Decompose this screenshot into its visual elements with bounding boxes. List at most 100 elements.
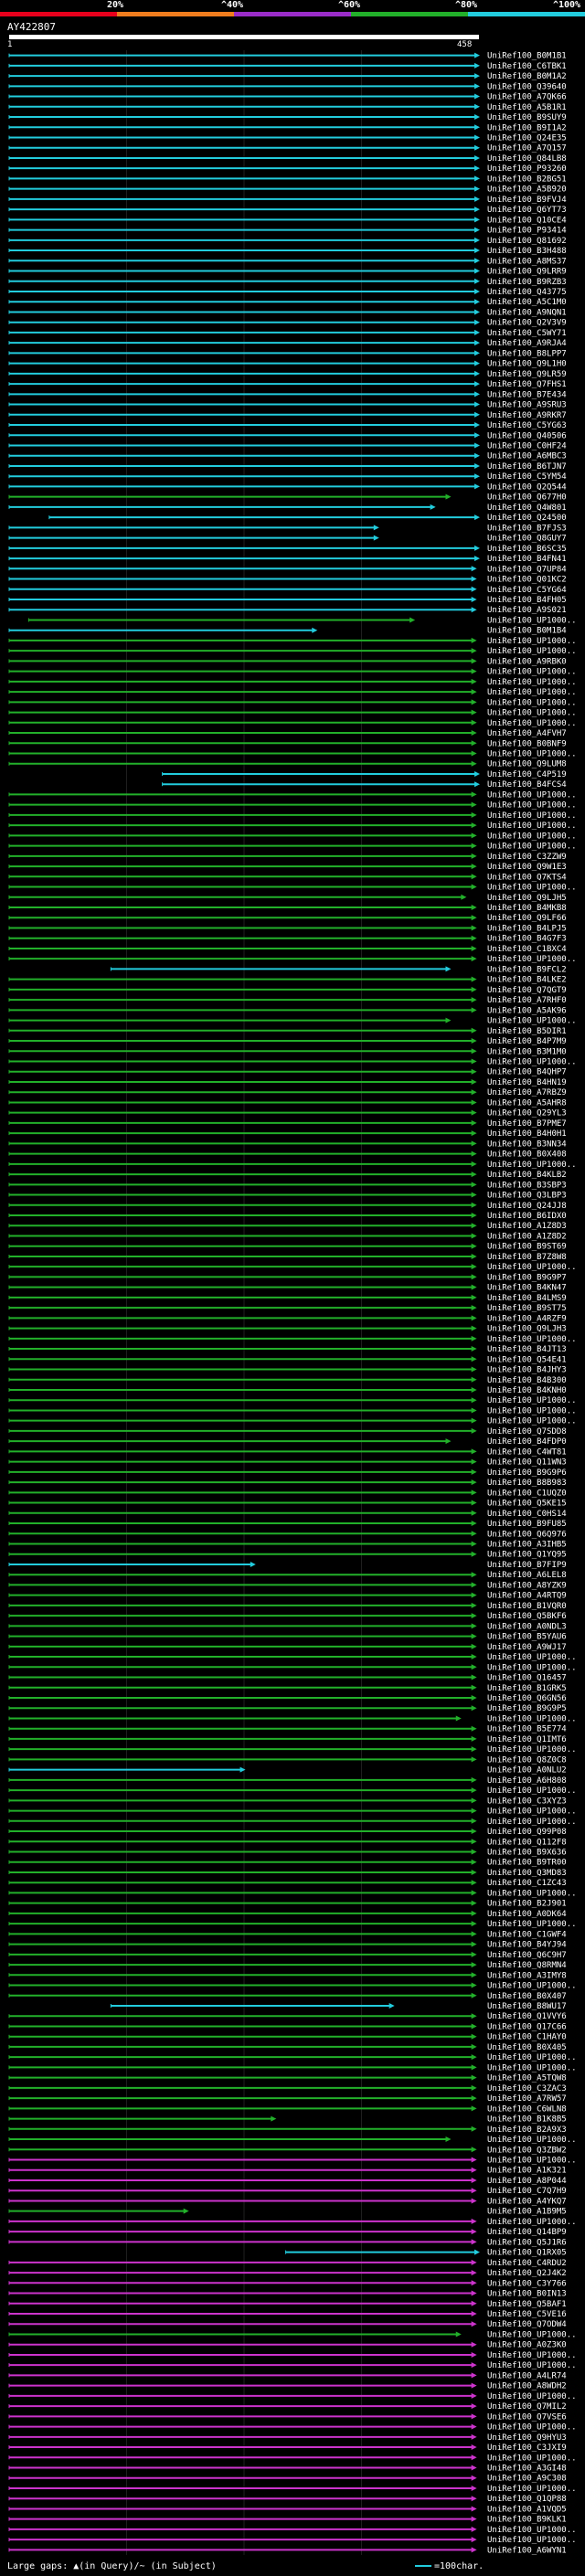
hit-label[interactable]: UniRef100_B9ST69 [487, 1243, 567, 1252]
hit-label[interactable]: UniRef100_Q24JJ8 [487, 1202, 567, 1211]
hit-label[interactable]: UniRef100_C3ZAC3 [487, 2084, 567, 2094]
hit-label[interactable]: UniRef100_C5YG64 [487, 586, 567, 595]
hit-label[interactable]: UniRef100_UP1000.. [487, 811, 577, 821]
hit-label[interactable]: UniRef100_UP1000.. [487, 1161, 577, 1170]
hit-label[interactable]: UniRef100_UP1000.. [487, 1982, 577, 1991]
hit-label[interactable]: UniRef100_Q8Z0C8 [487, 1755, 567, 1765]
hit-label[interactable]: UniRef100_Q7FHS1 [487, 380, 567, 389]
hit-label[interactable]: UniRef100_B2J901 [487, 1900, 567, 1909]
hit-label[interactable]: UniRef100_B1GRK5 [487, 1684, 567, 1693]
hit-label[interactable]: UniRef100_B5DIR1 [487, 1027, 567, 1036]
hit-label[interactable]: UniRef100_A5B1R1 [487, 103, 567, 112]
hit-label[interactable]: UniRef100_UP1000.. [487, 2136, 577, 2145]
hit-label[interactable]: UniRef100_B2BG51 [487, 175, 567, 184]
hit-label[interactable]: UniRef100_UP1000.. [487, 1335, 577, 1344]
hit-label[interactable]: UniRef100_B4FH05 [487, 596, 567, 605]
hit-label[interactable]: UniRef100_C1UQZ0 [487, 1489, 567, 1498]
hit-label[interactable]: UniRef100_B4FDP0 [487, 1437, 567, 1447]
hit-label[interactable]: UniRef100_B7FIP9 [487, 1561, 567, 1570]
hit-label[interactable]: UniRef100_C1BXC4 [487, 945, 567, 954]
hit-label[interactable]: UniRef100_A1Z8D2 [487, 1232, 567, 1241]
hit-label[interactable]: UniRef100_UP1000.. [487, 832, 577, 841]
hit-label[interactable]: UniRef100_Q11WN3 [487, 1458, 567, 1468]
hit-label[interactable]: UniRef100_A0NDL3 [487, 1622, 567, 1631]
hit-label[interactable]: UniRef100_UP1000.. [487, 1417, 577, 1426]
hit-label[interactable]: UniRef100_C3XYZ3 [487, 1797, 567, 1806]
hit-label[interactable]: UniRef100_A5AHR8 [487, 1098, 567, 1108]
hit-label[interactable]: UniRef100_Q01KC2 [487, 576, 567, 585]
hit-label[interactable]: UniRef100_UP1000.. [487, 719, 577, 728]
hit-label[interactable]: UniRef100_UP1000.. [487, 2392, 577, 2401]
hit-label[interactable]: UniRef100_B4H0H1 [487, 1129, 567, 1139]
hit-label[interactable]: UniRef100_Q8RMN4 [487, 1961, 567, 1970]
hit-label[interactable]: UniRef100_UP1000.. [487, 790, 577, 800]
hit-label[interactable]: UniRef100_B1VQR0 [487, 1602, 567, 1611]
hit-label[interactable]: UniRef100_Q7SDD8 [487, 1427, 567, 1436]
hit-label[interactable]: UniRef100_B9FCL2 [487, 965, 567, 974]
hit-label[interactable]: UniRef100_A1K321 [487, 2167, 567, 2176]
hit-label[interactable]: UniRef100_P93414 [487, 227, 567, 236]
hit-label[interactable]: UniRef100_C4RDU2 [487, 2259, 567, 2268]
hit-label[interactable]: UniRef100_UP1000.. [487, 688, 577, 697]
hit-label[interactable]: UniRef100_UP1000.. [487, 1714, 577, 1723]
hit-label[interactable]: UniRef100_UP1000.. [487, 955, 577, 964]
hit-label[interactable]: UniRef100_B4KN47 [487, 1284, 567, 1293]
hit-label[interactable]: UniRef100_B0X408 [487, 1150, 567, 1160]
hit-label[interactable]: UniRef100_Q39640 [487, 82, 567, 91]
hit-label[interactable]: UniRef100_B7E434 [487, 390, 567, 399]
hit-label[interactable]: UniRef100_UP1000.. [487, 1786, 577, 1796]
hit-label[interactable]: UniRef100_Q6YT73 [487, 206, 567, 215]
hit-label[interactable]: UniRef100_A9SRU3 [487, 401, 567, 410]
hit-label[interactable]: UniRef100_UP1000.. [487, 2351, 577, 2360]
hit-label[interactable]: UniRef100_A5B920 [487, 186, 567, 195]
hit-label[interactable]: UniRef100_B9G9P7 [487, 1273, 567, 1282]
hit-label[interactable]: UniRef100_B1K8B5 [487, 2115, 567, 2125]
hit-label[interactable]: UniRef100_UP1000.. [487, 1920, 577, 1929]
hit-label[interactable]: UniRef100_A6LEL8 [487, 1571, 567, 1580]
hit-label[interactable]: UniRef100_C6TBK1 [487, 62, 567, 71]
hit-label[interactable]: UniRef100_C3ZZW9 [487, 853, 567, 862]
hit-label[interactable]: UniRef100_C5YG63 [487, 421, 567, 430]
hit-label[interactable]: UniRef100_A3GI48 [487, 2465, 567, 2474]
hit-label[interactable]: UniRef100_UP1000.. [487, 1406, 577, 1415]
hit-label[interactable]: UniRef100_Q7ODW4 [487, 2320, 567, 2329]
hit-label[interactable]: UniRef100_Q3ZBW2 [487, 2146, 567, 2155]
hit-label[interactable]: UniRef100_Q1VVY6 [487, 2012, 567, 2021]
hit-label[interactable]: UniRef100_C6WLN8 [487, 2104, 567, 2114]
hit-label[interactable]: UniRef100_B9SUY9 [487, 113, 567, 122]
hit-label[interactable]: UniRef100_B7PME7 [487, 1119, 567, 1129]
hit-label[interactable]: UniRef100_A8P044 [487, 2177, 567, 2186]
hit-label[interactable]: UniRef100_UP1000.. [487, 1058, 577, 1067]
hit-label[interactable]: UniRef100_UP1000.. [487, 668, 577, 677]
hit-label[interactable]: UniRef100_UP1000.. [487, 2053, 577, 2062]
hit-label[interactable]: UniRef100_B9X636 [487, 1848, 567, 1857]
hit-label[interactable]: UniRef100_Q81692 [487, 237, 567, 246]
hit-label[interactable]: UniRef100_A1B9M5 [487, 2208, 567, 2217]
hit-label[interactable]: UniRef100_B9I1A2 [487, 123, 567, 133]
hit-label[interactable]: UniRef100_P93260 [487, 164, 567, 174]
hit-label[interactable]: UniRef100_Q99P08 [487, 1828, 567, 1837]
hit-label[interactable]: UniRef100_A1VQD5 [487, 2505, 567, 2514]
hit-label[interactable]: UniRef100_Q3LBP3 [487, 1192, 567, 1201]
hit-label[interactable]: UniRef100_B4FCS4 [487, 780, 567, 790]
hit-label[interactable]: UniRef100_UP1000.. [487, 1663, 577, 1672]
hit-label[interactable]: UniRef100_Q16457 [487, 1674, 567, 1683]
hit-label[interactable]: UniRef100_B4B300 [487, 1376, 567, 1385]
hit-label[interactable]: UniRef100_A5C1M0 [487, 298, 567, 307]
hit-label[interactable]: UniRef100_B5E774 [487, 1725, 567, 1734]
hit-label[interactable]: UniRef100_Q1IMT6 [487, 1735, 567, 1744]
hit-label[interactable]: UniRef100_B9TR00 [487, 1859, 567, 1868]
hit-label[interactable]: UniRef100_A8YZK9 [487, 1581, 567, 1590]
hit-label[interactable]: UniRef100_Q6C9H7 [487, 1951, 567, 1960]
hit-label[interactable]: UniRef100_Q6GN56 [487, 1694, 567, 1703]
hit-label[interactable]: UniRef100_B0X407 [487, 1992, 567, 2001]
hit-label[interactable]: UniRef100_UP1000.. [487, 1889, 577, 1898]
hit-label[interactable]: UniRef100_A4YKQ7 [487, 2197, 567, 2206]
hit-label[interactable]: UniRef100_A8WDH2 [487, 2382, 567, 2391]
hit-label[interactable]: UniRef100_UP1000.. [487, 709, 577, 718]
hit-label[interactable]: UniRef100_Q5BKF6 [487, 1612, 567, 1621]
hit-label[interactable]: UniRef100_UP1000.. [487, 2423, 577, 2433]
hit-label[interactable]: UniRef100_UP1000.. [487, 2361, 577, 2370]
hit-label[interactable]: UniRef100_B4HN19 [487, 1078, 567, 1087]
hit-label[interactable]: UniRef100_Q5J1R6 [487, 2238, 567, 2247]
